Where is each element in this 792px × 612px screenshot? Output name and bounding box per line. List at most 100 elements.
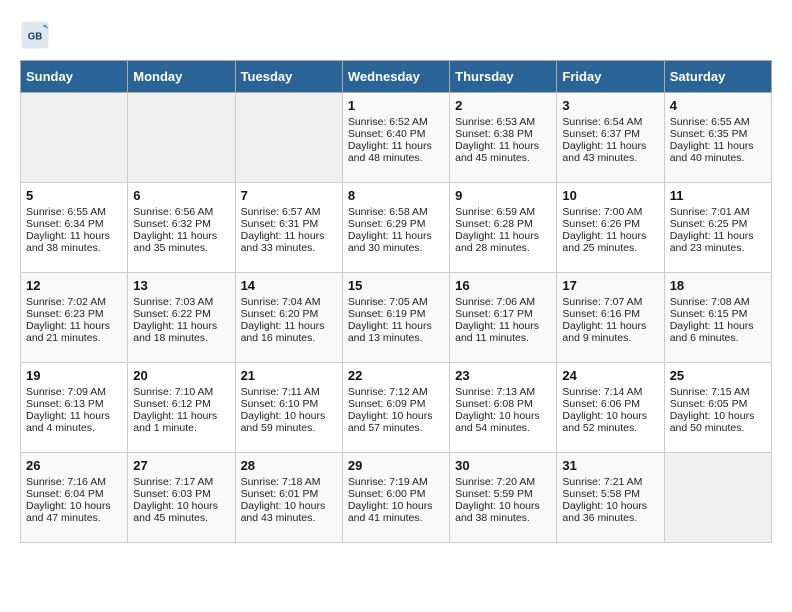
day-number: 31 <box>562 458 658 473</box>
logo-icon: GB <box>20 20 50 50</box>
calendar-cell: 19Sunrise: 7:09 AMSunset: 6:13 PMDayligh… <box>21 363 128 453</box>
calendar-cell: 3Sunrise: 6:54 AMSunset: 6:37 PMDaylight… <box>557 93 664 183</box>
day-number: 9 <box>455 188 551 203</box>
cell-text: Sunrise: 7:11 AM <box>241 386 337 398</box>
cell-text: Sunset: 6:04 PM <box>26 488 122 500</box>
calendar-cell: 29Sunrise: 7:19 AMSunset: 6:00 PMDayligh… <box>342 453 449 543</box>
cell-text: Sunrise: 6:52 AM <box>348 116 444 128</box>
day-number: 3 <box>562 98 658 113</box>
cell-text: Sunset: 6:32 PM <box>133 218 229 230</box>
calendar-cell: 1 Sunrise: 6:52 AMSunset: 6:40 PMDaylight… <box>342 93 449 183</box>
weekday-header-sunday: Sunday <box>21 61 128 93</box>
calendar-cell: 9 Sunrise: 6:59 AMSunset: 6:28 PMDaylight… <box>450 183 557 273</box>
cell-text: Daylight: 11 hours and 43 minutes. <box>562 140 658 164</box>
day-number: 13 <box>133 278 229 293</box>
weekday-header-monday: Monday <box>128 61 235 93</box>
cell-text: Sunrise: 6:58 AM <box>348 206 444 218</box>
cell-text: Daylight: 11 hours and 48 minutes. <box>348 140 444 164</box>
calendar-cell <box>128 93 235 183</box>
cell-text: Sunrise: 7:14 AM <box>562 386 658 398</box>
cell-text: Sunset: 6:15 PM <box>670 308 766 320</box>
cell-text: Sunset: 6:01 PM <box>241 488 337 500</box>
cell-text: Sunrise: 7:01 AM <box>670 206 766 218</box>
cell-text: Sunset: 6:05 PM <box>670 398 766 410</box>
cell-text: Sunrise: 6:56 AM <box>133 206 229 218</box>
day-number: 27 <box>133 458 229 473</box>
cell-text: Daylight: 11 hours and 21 minutes. <box>26 320 122 344</box>
day-number: 20 <box>133 368 229 383</box>
calendar-cell: 8Sunrise: 6:58 AMSunset: 6:29 PMDaylight… <box>342 183 449 273</box>
cell-text: Sunrise: 6:59 AM <box>455 206 551 218</box>
calendar-cell: 24Sunrise: 7:14 AMSunset: 6:06 PMDayligh… <box>557 363 664 453</box>
day-number: 12 <box>26 278 122 293</box>
cell-text: Sunset: 6:23 PM <box>26 308 122 320</box>
cell-text: Sunrise: 7:13 AM <box>455 386 551 398</box>
calendar-cell: 31 Sunrise: 7:21 AMSunset: 5:58 PMDayligh… <box>557 453 664 543</box>
calendar-week-1: 1Sunrise: 6:52 AMSunset: 6:40 PMDaylight… <box>21 93 772 183</box>
weekday-header-tuesday: Tuesday <box>235 61 342 93</box>
cell-text: Daylight: 11 hours and 28 minutes. <box>455 230 551 254</box>
weekday-header-saturday: Saturday <box>664 61 771 93</box>
cell-text: Sunset: 6:28 PM <box>455 218 551 230</box>
cell-text: Sunrise: 6:55 AM <box>670 116 766 128</box>
day-number: 17 <box>562 278 658 293</box>
day-number: 8 <box>348 188 444 203</box>
cell-text: Daylight: 10 hours and 50 minutes. <box>670 410 766 434</box>
cell-text: Sunrise: 6:57 AM <box>241 206 337 218</box>
cell-text: Sunrise: 7:21 AM <box>562 476 658 488</box>
cell-text: Sunrise: 6:53 AM <box>455 116 551 128</box>
calendar-cell: 6Sunrise: 6:56 AMSunset: 6:32 PMDaylight… <box>128 183 235 273</box>
cell-text: Sunset: 6:12 PM <box>133 398 229 410</box>
cell-text: Daylight: 11 hours and 4 minutes. <box>26 410 122 434</box>
cell-text: Sunset: 6:13 PM <box>26 398 122 410</box>
day-number: 16 <box>455 278 551 293</box>
calendar-cell: 15Sunrise: 7:05 AMSunset: 6:19 PMDayligh… <box>342 273 449 363</box>
cell-text: Sunrise: 7:00 AM <box>562 206 658 218</box>
calendar-cell: 21Sunrise: 7:11 AMSunset: 6:10 PMDayligh… <box>235 363 342 453</box>
day-number: 25 <box>670 368 766 383</box>
day-number: 1 <box>348 98 444 113</box>
cell-text: Sunset: 6:00 PM <box>348 488 444 500</box>
cell-text: Daylight: 11 hours and 9 minutes. <box>562 320 658 344</box>
cell-text: Sunset: 6:03 PM <box>133 488 229 500</box>
cell-text: Sunrise: 7:19 AM <box>348 476 444 488</box>
cell-text: Daylight: 11 hours and 30 minutes. <box>348 230 444 254</box>
cell-text: Sunset: 6:40 PM <box>348 128 444 140</box>
calendar-week-2: 5Sunrise: 6:55 AMSunset: 6:34 PMDaylight… <box>21 183 772 273</box>
calendar-cell: 17Sunrise: 7:07 AMSunset: 6:16 PMDayligh… <box>557 273 664 363</box>
day-number: 18 <box>670 278 766 293</box>
cell-text: Sunset: 6:09 PM <box>348 398 444 410</box>
cell-text: Daylight: 10 hours and 47 minutes. <box>26 500 122 524</box>
cell-text: Sunset: 6:17 PM <box>455 308 551 320</box>
cell-text: Sunrise: 7:20 AM <box>455 476 551 488</box>
weekday-header-friday: Friday <box>557 61 664 93</box>
calendar-header: SundayMondayTuesdayWednesdayThursdayFrid… <box>21 61 772 93</box>
calendar-cell: 16Sunrise: 7:06 AMSunset: 6:17 PMDayligh… <box>450 273 557 363</box>
cell-text: Daylight: 11 hours and 33 minutes. <box>241 230 337 254</box>
weekday-header-wednesday: Wednesday <box>342 61 449 93</box>
cell-text: Daylight: 11 hours and 13 minutes. <box>348 320 444 344</box>
cell-text: Sunset: 6:25 PM <box>670 218 766 230</box>
day-number: 24 <box>562 368 658 383</box>
day-number: 28 <box>241 458 337 473</box>
cell-text: Daylight: 10 hours and 59 minutes. <box>241 410 337 434</box>
day-number: 30 <box>455 458 551 473</box>
calendar-cell: 25Sunrise: 7:15 AMSunset: 6:05 PMDayligh… <box>664 363 771 453</box>
day-number: 15 <box>348 278 444 293</box>
calendar-cell: 14Sunrise: 7:04 AMSunset: 6:20 PMDayligh… <box>235 273 342 363</box>
logo: GB <box>20 20 54 50</box>
cell-text: Sunset: 6:08 PM <box>455 398 551 410</box>
cell-text: Sunset: 6:26 PM <box>562 218 658 230</box>
cell-text: Daylight: 11 hours and 16 minutes. <box>241 320 337 344</box>
cell-text: Daylight: 10 hours and 36 minutes. <box>562 500 658 524</box>
cell-text: Sunset: 5:59 PM <box>455 488 551 500</box>
cell-text: Sunset: 6:31 PM <box>241 218 337 230</box>
day-number: 7 <box>241 188 337 203</box>
calendar-cell: 2Sunrise: 6:53 AMSunset: 6:38 PMDaylight… <box>450 93 557 183</box>
calendar-cell: 10Sunrise: 7:00 AMSunset: 6:26 PMDayligh… <box>557 183 664 273</box>
cell-text: Sunset: 5:58 PM <box>562 488 658 500</box>
day-number: 4 <box>670 98 766 113</box>
calendar-cell: 27Sunrise: 7:17 AMSunset: 6:03 PMDayligh… <box>128 453 235 543</box>
calendar-week-5: 26Sunrise: 7:16 AMSunset: 6:04 PMDayligh… <box>21 453 772 543</box>
cell-text: Sunrise: 7:05 AM <box>348 296 444 308</box>
